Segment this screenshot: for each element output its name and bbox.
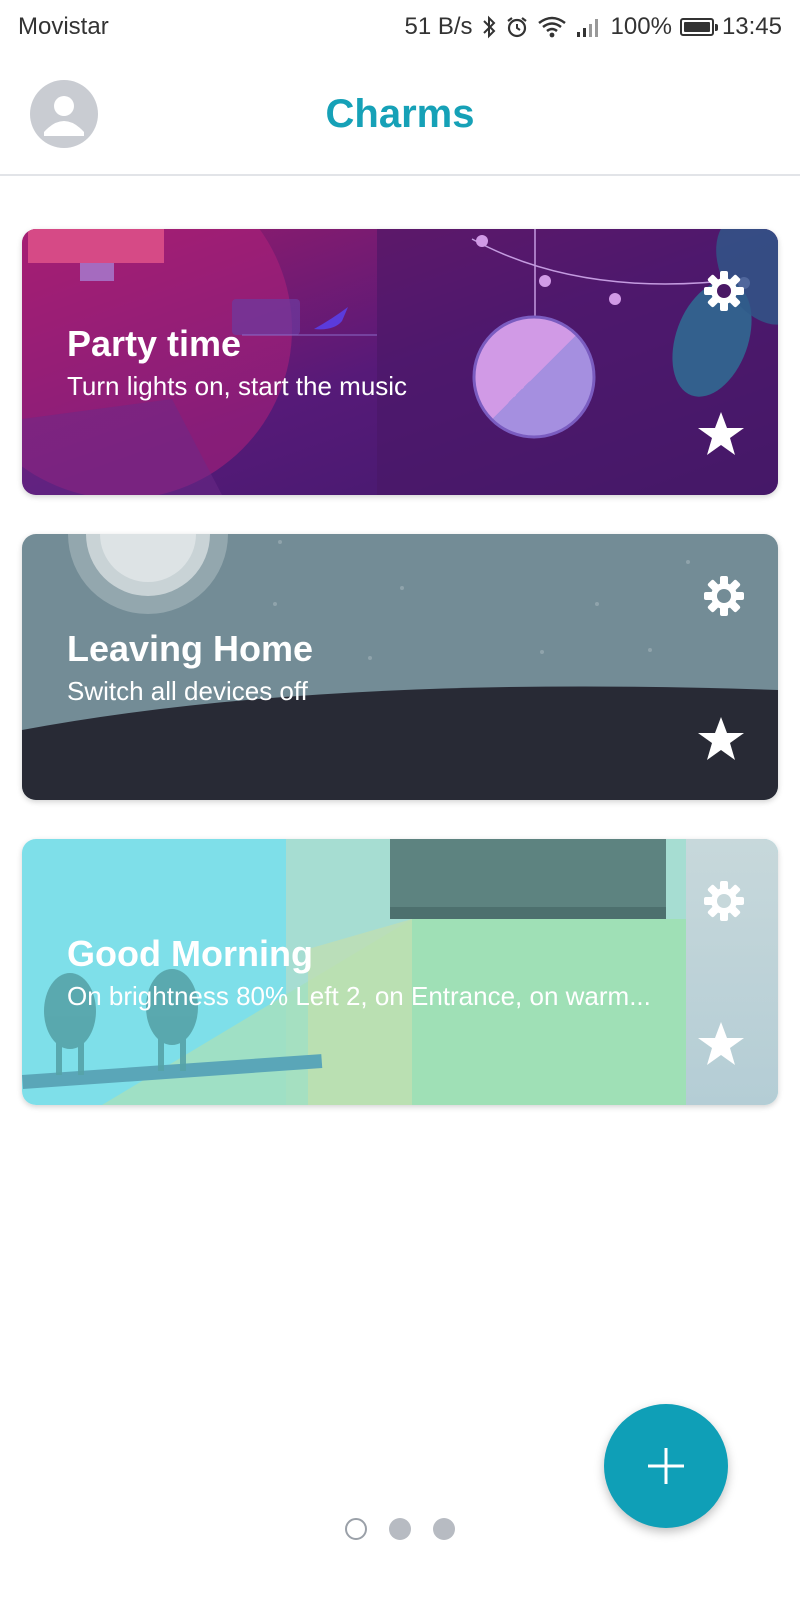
page-dot-1[interactable] (345, 1518, 367, 1540)
clock: 13:45 (721, 13, 782, 40)
charm-title: Good Morning (67, 933, 313, 974)
gear-icon[interactable] (702, 574, 746, 618)
status-bar: Movistar 51 B/s 100% 13:45 (0, 0, 800, 56)
add-charm-button[interactable] (604, 1404, 728, 1528)
page-dot-2[interactable] (389, 1518, 411, 1540)
carrier-name: Movistar (18, 13, 109, 40)
charm-subtitle: Turn lights on, start the music (67, 371, 408, 401)
gear-icon[interactable] (702, 879, 746, 923)
charm-title: Party time (67, 323, 242, 364)
app-bar: Charms (0, 56, 800, 176)
battery-level: 100% (610, 13, 672, 40)
wifi-icon (537, 15, 567, 39)
signal-icon (575, 16, 603, 38)
charm-card-party-time[interactable]: Party time Turn lights on, start the mus… (22, 229, 778, 495)
star-icon[interactable] (696, 714, 746, 764)
plus-icon (648, 1448, 684, 1484)
charm-title: Leaving Home (67, 628, 314, 669)
page-dot-3[interactable] (433, 1518, 455, 1540)
gear-icon[interactable] (702, 269, 746, 313)
network-speed: 51 B/s (404, 13, 473, 40)
bluetooth-icon (481, 15, 497, 39)
alarm-icon (505, 15, 529, 39)
charm-subtitle: On brightness 80% Left 2, on Entrance, o… (67, 981, 651, 1011)
star-icon[interactable] (696, 1019, 746, 1069)
status-icons: 51 B/s 100% 13:45 (405, 13, 783, 41)
battery-icon (679, 18, 718, 36)
page-title: Charms (325, 92, 475, 136)
page-indicator (0, 1518, 800, 1540)
charm-card-good-morning[interactable]: Good Morning On brightness 80% Left 2, o… (22, 839, 778, 1105)
charm-card-leaving-home[interactable]: Leaving Home Switch all devices off (22, 534, 778, 800)
charm-subtitle: Switch all devices off (67, 676, 308, 706)
star-icon[interactable] (696, 409, 746, 459)
